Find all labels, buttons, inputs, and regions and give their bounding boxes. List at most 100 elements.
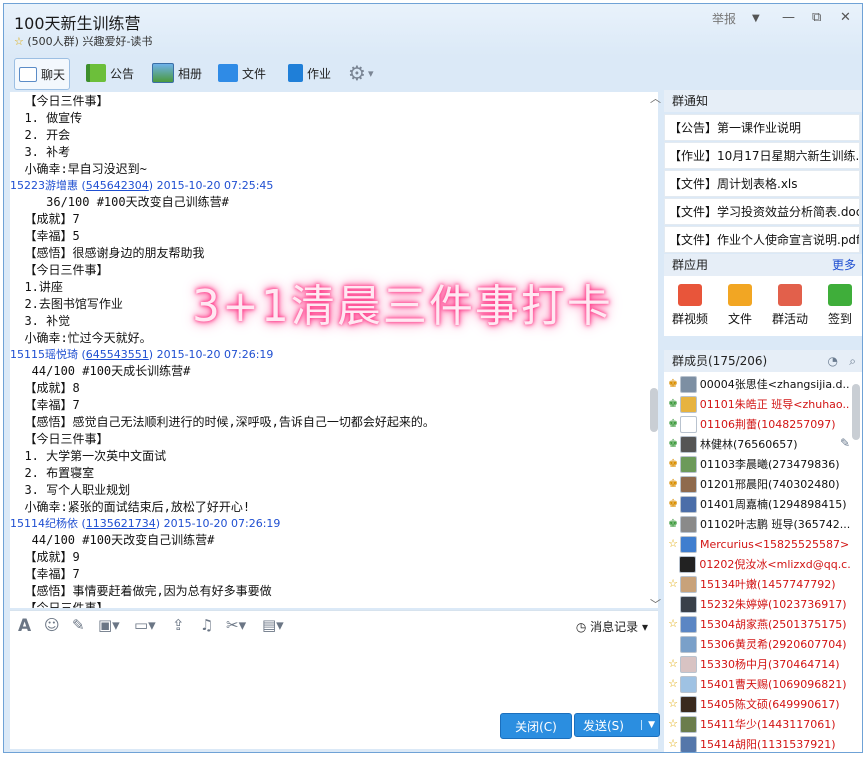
tab-homework[interactable]: 作业 <box>288 58 331 88</box>
font-icon[interactable]: A <box>18 616 31 636</box>
member-scrollbar[interactable] <box>852 384 860 440</box>
sender-name[interactable]: 15223游增惠 <box>10 179 78 192</box>
sender-qq-link[interactable]: 645543551 <box>86 348 149 361</box>
message-history-button[interactable]: ◷ 消息记录 ▾ <box>576 618 648 635</box>
member-name: 15304胡家燕(2501375175) <box>700 618 847 631</box>
message-line: 2. 开会 <box>10 127 71 142</box>
tab-album[interactable]: 相册 <box>152 58 202 88</box>
member-badge-icon: ♚ <box>667 397 678 410</box>
message-timestamp: 2015-10-20 07:26:19 <box>156 347 274 361</box>
member-item[interactable]: ☆ 15414胡阳(1131537921) <box>664 734 850 752</box>
app-label: 文件 <box>727 312 752 326</box>
member-item[interactable]: ♚ 01102叶志鹏 班导(365742... <box>664 514 850 534</box>
message-line: 36/100 #100天改变自己训练营# <box>10 195 229 210</box>
member-item[interactable]: ☆ 15411华少(1443117061) <box>664 714 850 734</box>
star-icon: ☆ <box>14 35 24 48</box>
report-button[interactable]: 举报 <box>712 10 736 27</box>
member-item[interactable]: ♚ 01201邢晨阳(740302480) <box>664 474 850 494</box>
member-item[interactable]: ☆ 15134叶嫩(1457747792) <box>664 574 850 594</box>
member-badge-icon: ☆ <box>668 537 678 550</box>
maximize-icon[interactable]: ⧉ <box>812 10 821 25</box>
tab-chat[interactable]: 聊天 <box>14 58 71 90</box>
chat-icon[interactable]: ◔ <box>828 350 838 372</box>
tab-file-label: 文件 <box>242 66 267 81</box>
tab-chat-label: 聊天 <box>41 67 66 82</box>
member-item[interactable]: ♚ 01103李晨曦(273479836) <box>664 454 850 474</box>
member-item[interactable]: ♚ 01106荆蕾(1048257097) <box>664 414 850 434</box>
upload-icon[interactable]: ⇪ <box>172 616 185 634</box>
notice-item[interactable]: 【作业】10月17日星期六新生训练... <box>664 142 860 169</box>
close-icon[interactable]: ✕ <box>840 10 851 25</box>
more-apps-link[interactable]: 更多 <box>832 254 856 276</box>
member-badge-icon: ♚ <box>668 457 678 470</box>
close-button[interactable]: 关闭(C) <box>500 713 572 739</box>
notice-item[interactable]: 【文件】周计划表格.xls <box>664 170 860 197</box>
message-line: 3. 补考 <box>10 144 71 159</box>
avatar <box>680 615 697 633</box>
tab-file[interactable]: 文件 <box>218 58 266 88</box>
chat-history[interactable]: 【今日三件事】 1. 做宣传 2. 开会 3. 补考 小确幸:早自习没迟到~ 15… <box>10 92 658 608</box>
message-line: 小确幸:忙过今天就好。 <box>10 330 152 345</box>
dropdown-icon[interactable]: ▼ <box>752 13 760 24</box>
member-item[interactable]: ☆ 15304胡家燕(2501375175) <box>664 614 850 634</box>
message-header: 15223游增惠 (545642304) 2015-10-20 07:25:45 <box>10 178 274 192</box>
avatar <box>680 635 697 653</box>
notice-item[interactable]: 【文件】作业个人使命宣言说明.pdf <box>664 226 860 253</box>
member-item[interactable]: ☆ Mercurius<15825525587> <box>664 534 850 554</box>
member-item[interactable]: 01202倪汝冰<mlizxd@qq.c... <box>664 554 850 574</box>
tab-album-label: 相册 <box>178 66 203 81</box>
message-header: 15115瑶悦琦 (645543551) 2015-10-20 07:26:19 <box>10 347 274 361</box>
notice-item[interactable]: 【文件】学习投资效益分析简表.doc <box>664 198 860 225</box>
music-icon[interactable]: ♫ <box>200 616 213 634</box>
app-item[interactable]: 群活动 <box>768 284 812 327</box>
emoji-icon[interactable]: ☺ <box>44 616 60 634</box>
member-item[interactable]: 15232朱婷婷(1023736917) <box>664 594 850 614</box>
app-item[interactable]: 文件 <box>718 284 762 327</box>
message-line: 1.讲座 <box>10 279 63 294</box>
edit-icon[interactable]: ✎ <box>840 436 850 450</box>
member-badge-icon: ☆ <box>668 677 678 690</box>
app-item[interactable]: 群视频 <box>668 284 712 327</box>
sender-name[interactable]: 15115瑶悦琦 <box>10 348 78 361</box>
overlay-banner-text: 3+1清晨三件事打卡 <box>192 281 613 332</box>
message-line: 【感悟】感觉自己无法顺利进行的时候,深呼吸,告诉自己一切都会好起来的。 <box>10 415 435 430</box>
scissors-icon[interactable]: ✂▾ <box>226 616 246 634</box>
more-tools-icon[interactable]: ▤▾ <box>262 616 284 634</box>
member-name: 01102叶志鹏 班导(365742... <box>699 518 850 531</box>
member-item[interactable]: ☆ 15405陈文硕(649990617) <box>664 694 850 714</box>
member-item[interactable]: ♚ 00004张思佳<zhangsijia.d... <box>664 374 850 394</box>
sender-qq-link[interactable]: 545642304 <box>86 179 149 192</box>
app-icon <box>778 284 802 306</box>
member-item[interactable]: ☆ 15401曹天赐(1069096821) <box>664 674 850 694</box>
notice-item[interactable]: 【公告】第一课作业说明 <box>664 114 860 141</box>
member-name: 15232朱婷婷(1023736917) <box>700 598 847 611</box>
minimize-icon[interactable]: — <box>782 10 795 25</box>
member-badge-icon: ☆ <box>668 657 678 670</box>
chat-scrollbar[interactable] <box>650 388 658 432</box>
app-label: 群视频 <box>671 312 708 326</box>
member-item[interactable]: 15306黄灵希(2920607704) <box>664 634 850 654</box>
app-icon <box>828 284 852 306</box>
settings-button[interactable]: ⚙ ▾ <box>348 58 373 88</box>
app-label: 签到 <box>827 312 852 326</box>
send-dropdown-icon[interactable]: ▼ <box>641 720 655 730</box>
send-button[interactable]: 发送(S) ▼ <box>574 713 660 737</box>
notice-section-title: 群通知 <box>664 90 862 112</box>
sender-qq-link[interactable]: 1135621734 <box>86 517 156 530</box>
member-item[interactable]: ♚ 林健林(76560657) <box>664 434 850 454</box>
tab-notice[interactable]: 公告 <box>86 58 134 88</box>
member-item[interactable]: ♚ 01401周嘉楠(1294898415) <box>664 494 850 514</box>
sender-name[interactable]: 15114纪杨依 <box>10 517 78 530</box>
member-item[interactable]: ♚ 01101朱皓正 班导<zhuhao... <box>664 394 850 414</box>
member-list[interactable]: ♚ 00004张思佳<zhangsijia.d... ♚ 01101朱皓正 班导<zh… <box>664 372 862 752</box>
member-item[interactable]: ☆ 15330杨中月(370464714) <box>664 654 850 674</box>
avatar <box>680 435 697 453</box>
image-icon[interactable]: ▭▾ <box>134 616 156 634</box>
avatar <box>680 595 697 613</box>
magic-wand-icon[interactable]: ✎ <box>72 616 85 634</box>
member-badge-icon: ♚ <box>667 377 678 390</box>
search-icon[interactable]: ⌕ <box>849 350 856 372</box>
settings-dropdown-icon: ▾ <box>367 66 374 80</box>
gift-icon[interactable]: ▣▾ <box>98 616 120 634</box>
app-item[interactable]: 签到 <box>818 284 862 327</box>
